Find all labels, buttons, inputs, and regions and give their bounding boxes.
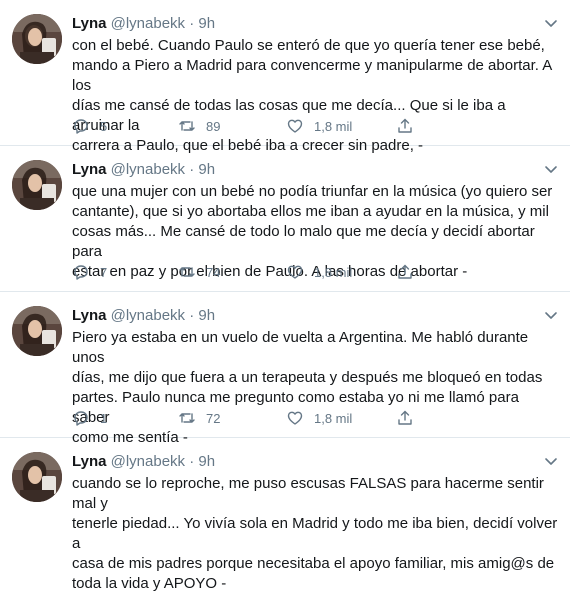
tweet[interactable]: Lyna @lynabekk · 9h Piero ya estaba en u… <box>0 292 570 446</box>
retweet-button[interactable]: 72 <box>178 408 220 428</box>
retweet-icon <box>179 267 195 277</box>
separator-dot: · <box>189 15 195 32</box>
reply-icon <box>74 411 88 426</box>
tweet-text: cuando se lo reproche, me puso escusas F… <box>72 475 558 592</box>
like-count: 1,8 mil <box>314 118 353 134</box>
author-name[interactable]: Lyna <box>72 307 106 324</box>
author-name[interactable]: Lyna <box>72 161 106 178</box>
avatar[interactable] <box>12 452 62 502</box>
heart-icon <box>287 411 303 425</box>
retweet-count: 72 <box>206 410 221 426</box>
tweet-header: Lyna @lynabekk · 9h <box>72 453 540 471</box>
like-count: 1,8 mil <box>314 264 353 280</box>
like-button[interactable]: 1,8 mil <box>286 262 352 282</box>
reply-button[interactable]: 5 <box>72 116 107 136</box>
author-handle[interactable]: @lynabekk <box>111 15 185 32</box>
retweet-count: 74 <box>206 264 221 280</box>
reply-icon <box>74 265 88 280</box>
separator-dot: · <box>189 307 195 324</box>
tweet-timestamp[interactable]: 9h <box>198 15 215 32</box>
share-icon <box>398 410 412 425</box>
retweet-icon <box>179 121 195 131</box>
like-count: 1,8 mil <box>314 410 353 426</box>
reply-button[interactable]: 7 <box>72 262 107 282</box>
reply-count: 5 <box>100 118 108 134</box>
avatar[interactable] <box>12 14 62 64</box>
reply-count: 7 <box>100 264 108 280</box>
tweet-actions: 1 72 1,8 mil <box>72 408 492 428</box>
tweet-header: Lyna @lynabekk · 9h <box>72 161 540 179</box>
tweet-actions: 7 74 1,8 mil <box>72 262 492 282</box>
like-button[interactable]: 1,8 mil <box>286 116 352 136</box>
reply-count: 1 <box>100 410 108 426</box>
avatar[interactable] <box>12 160 62 210</box>
heart-icon <box>287 265 303 279</box>
tweet-text: Piero ya estaba en un vuelo de vuelta a … <box>72 329 543 446</box>
retweet-button[interactable]: 74 <box>178 262 220 282</box>
tweet-header: Lyna @lynabekk · 9h <box>72 307 540 325</box>
tweet-timestamp[interactable]: 9h <box>198 307 215 324</box>
reply-button[interactable]: 1 <box>72 408 107 428</box>
tweet-thread: Lyna @lynabekk · 9h con el bebé. Cuando … <box>0 0 570 592</box>
tweet[interactable]: Lyna @lynabekk · 9h cuando se lo reproch… <box>0 438 570 592</box>
tweet-timestamp[interactable]: 9h <box>198 161 215 178</box>
avatar[interactable] <box>12 306 62 356</box>
like-button[interactable]: 1,8 mil <box>286 408 352 428</box>
author-handle[interactable]: @lynabekk <box>111 161 185 178</box>
heart-icon <box>287 119 303 133</box>
tweet[interactable]: Lyna @lynabekk · 9h con el bebé. Cuando … <box>0 0 570 154</box>
retweet-button[interactable]: 89 <box>178 116 220 136</box>
chevron-down-icon[interactable] <box>542 306 560 324</box>
separator-dot: · <box>189 453 195 470</box>
author-handle[interactable]: @lynabekk <box>111 307 185 324</box>
share-icon <box>398 264 412 279</box>
tweet-text: con el bebé. Cuando Paulo se enteró de q… <box>72 37 552 154</box>
reply-icon <box>74 119 88 134</box>
chevron-down-icon[interactable] <box>542 160 560 178</box>
retweet-count: 89 <box>206 118 221 134</box>
author-name[interactable]: Lyna <box>72 453 106 470</box>
tweet-header: Lyna @lynabekk · 9h <box>72 15 540 33</box>
share-button[interactable] <box>396 408 424 428</box>
retweet-icon <box>179 413 195 423</box>
share-button[interactable] <box>396 116 424 136</box>
tweet[interactable]: Lyna @lynabekk · 9h que una mujer con un… <box>0 146 570 292</box>
chevron-down-icon[interactable] <box>542 14 560 32</box>
tweet-timestamp[interactable]: 9h <box>198 453 215 470</box>
share-icon <box>398 118 412 133</box>
tweet-actions: 5 89 1,8 mil <box>72 116 492 136</box>
author-handle[interactable]: @lynabekk <box>111 453 185 470</box>
author-name[interactable]: Lyna <box>72 15 106 32</box>
chevron-down-icon[interactable] <box>542 452 560 470</box>
separator-dot: · <box>189 161 195 178</box>
share-button[interactable] <box>396 262 424 282</box>
